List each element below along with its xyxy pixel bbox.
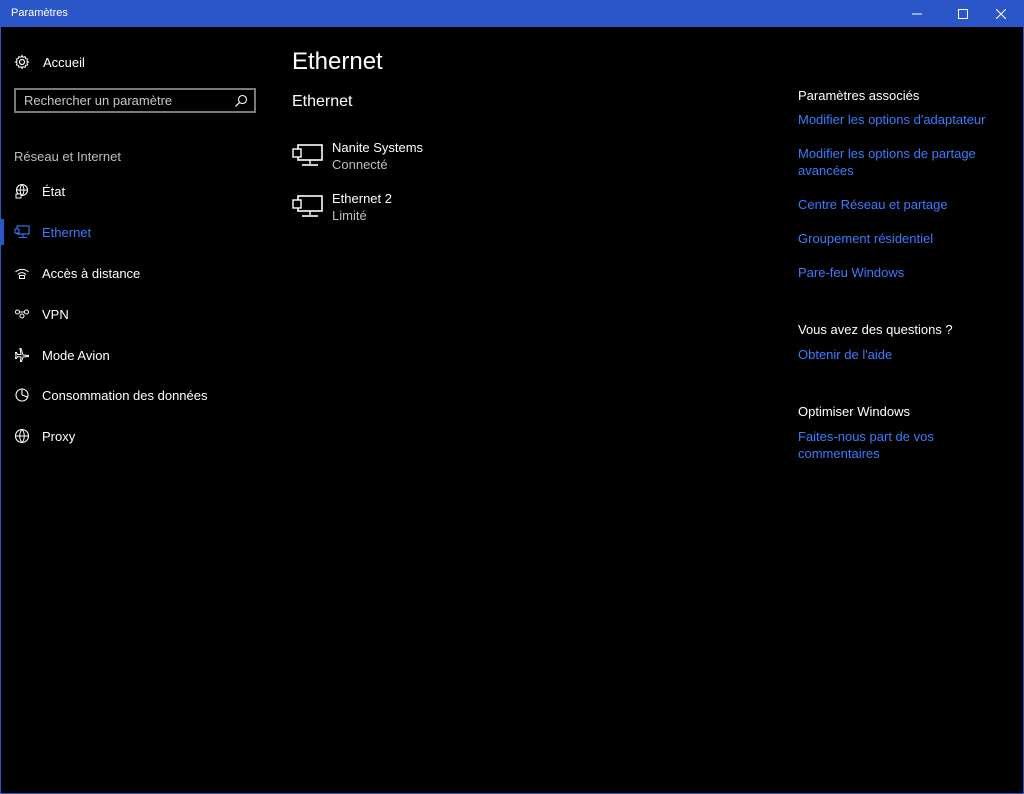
optimize-heading: Optimiser Windows bbox=[798, 404, 910, 419]
sidebar-item-acces-distance[interactable]: Accès à distance bbox=[0, 258, 260, 288]
close-icon bbox=[996, 8, 1006, 19]
maximize-icon bbox=[958, 8, 968, 19]
link-firewall[interactable]: Pare-feu Windows bbox=[798, 264, 998, 281]
network-text: Nanite Systems Connecté bbox=[332, 139, 423, 173]
sidebar-item-label: VPN bbox=[42, 306, 69, 322]
link-get-help[interactable]: Obtenir de l'aide bbox=[798, 346, 998, 363]
ethernet-network-icon bbox=[292, 195, 323, 217]
airplane-icon bbox=[14, 347, 30, 363]
close-button[interactable] bbox=[978, 0, 1024, 27]
network-item-nanite[interactable]: Nanite Systems Connecté bbox=[292, 139, 423, 175]
questions-heading: Vous avez des questions ? bbox=[798, 322, 953, 337]
sidebar-item-label: Accès à distance bbox=[42, 265, 141, 281]
dialup-icon bbox=[14, 265, 30, 281]
network-name: Nanite Systems bbox=[332, 140, 424, 155]
globe-status-icon bbox=[14, 183, 30, 199]
link-feedback[interactable]: Faites-nous part de vos commentaires bbox=[798, 428, 948, 462]
sidebar-item-label: État bbox=[42, 183, 66, 199]
minimize-icon bbox=[912, 13, 922, 14]
vpn-icon bbox=[14, 306, 30, 322]
title-bar: Paramètres bbox=[0, 0, 1024, 27]
sidebar-item-label: Ethernet bbox=[42, 224, 92, 240]
gear-icon bbox=[14, 54, 30, 70]
related-settings-heading: Paramètres associés bbox=[798, 88, 920, 103]
link-network-center[interactable]: Centre Réseau et partage bbox=[798, 196, 998, 213]
sidebar-item-proxy[interactable]: Proxy bbox=[0, 421, 260, 451]
network-status: Connecté bbox=[332, 157, 388, 172]
minimize-button[interactable] bbox=[894, 0, 940, 27]
sidebar-item-mode-avion[interactable]: Mode Avion bbox=[0, 340, 260, 370]
network-item-ethernet2[interactable]: Ethernet 2 Limité bbox=[292, 190, 392, 226]
ethernet-network-icon bbox=[292, 144, 323, 166]
link-advanced-sharing[interactable]: Modifier les options de partage avancées bbox=[798, 145, 988, 179]
globe-icon bbox=[14, 428, 30, 444]
search-input[interactable] bbox=[16, 92, 234, 109]
sidebar-item-vpn[interactable]: VPN bbox=[0, 299, 260, 329]
network-text: Ethernet 2 Limité bbox=[332, 190, 392, 224]
section-label: Réseau et Internet bbox=[14, 149, 121, 164]
home-label: Accueil bbox=[43, 54, 85, 70]
sidebar-item-label: Mode Avion bbox=[42, 347, 110, 363]
link-adapter-options[interactable]: Modifier les options d'adaptateur bbox=[798, 111, 998, 128]
network-status: Limité bbox=[332, 208, 367, 223]
link-homegroup[interactable]: Groupement résidentiel bbox=[798, 230, 998, 247]
window-title: Paramètres bbox=[11, 7, 68, 19]
sidebar-item-consommation[interactable]: Consommation des données bbox=[0, 380, 260, 410]
sidebar-item-label: Consommation des données bbox=[42, 387, 208, 403]
section-title: Ethernet bbox=[292, 93, 353, 110]
ethernet-icon bbox=[14, 224, 30, 240]
network-name: Ethernet 2 bbox=[332, 191, 392, 206]
home-link[interactable]: Accueil bbox=[14, 52, 85, 72]
search-icon[interactable] bbox=[234, 94, 248, 108]
sidebar-item-ethernet[interactable]: Ethernet bbox=[0, 217, 260, 247]
sidebar-item-etat[interactable]: État bbox=[0, 176, 260, 206]
sidebar-item-label: Proxy bbox=[42, 428, 76, 444]
data-usage-icon bbox=[14, 387, 30, 403]
search-box[interactable] bbox=[14, 88, 256, 113]
page-title: Ethernet bbox=[292, 48, 383, 75]
